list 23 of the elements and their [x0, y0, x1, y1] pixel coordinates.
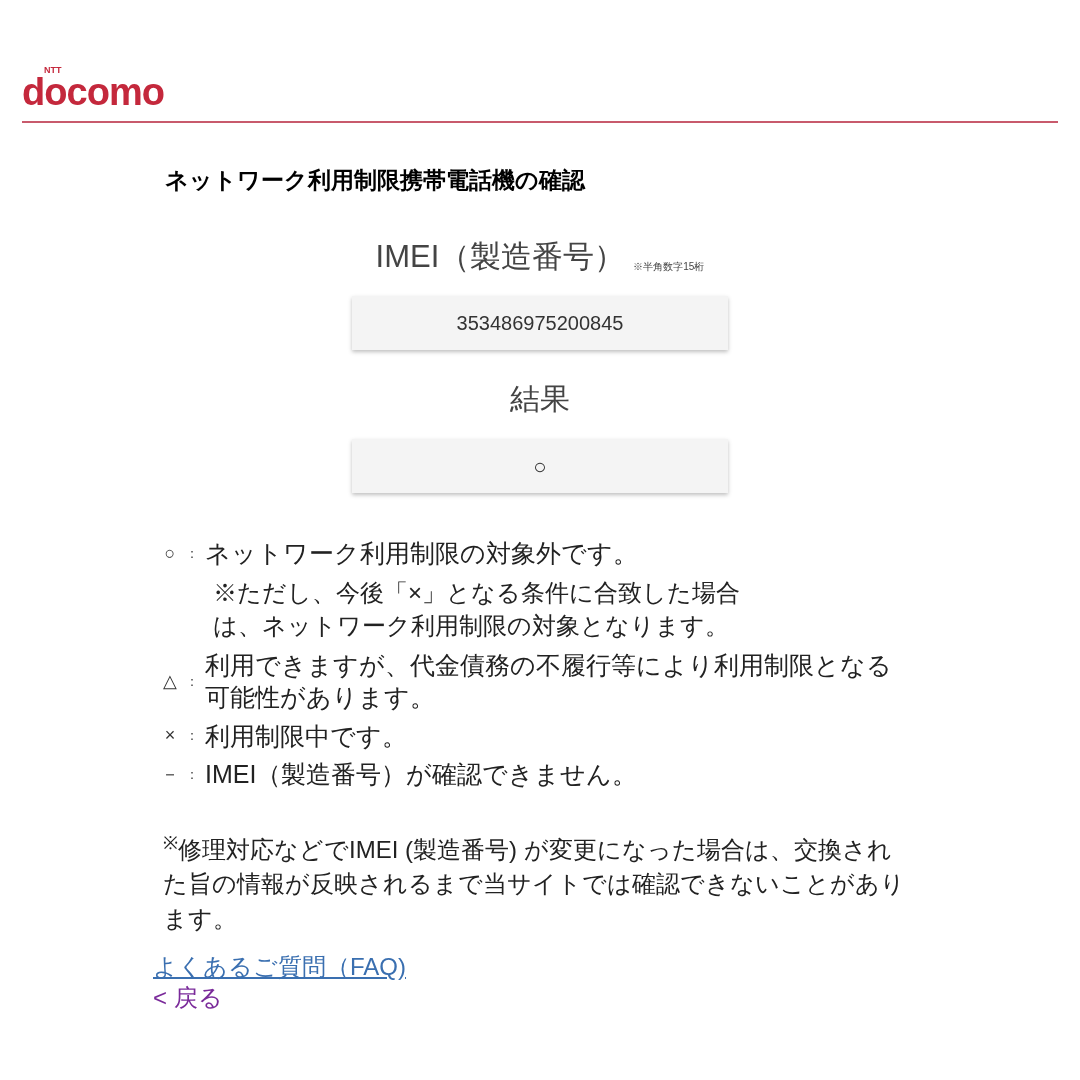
result-field: ○ [352, 439, 728, 493]
back-link[interactable]: < 戻る [153, 982, 223, 1014]
status-symbol: ○ [163, 541, 177, 565]
status-symbol: × [163, 724, 177, 748]
colon: ： [185, 726, 200, 746]
status-symbol: － [160, 762, 180, 786]
colon: ： [185, 671, 200, 691]
imei-field: 353486975200845 [352, 296, 728, 350]
imei-label: IMEI（製造番号） [375, 237, 626, 276]
docomo-logo: NTT docomo [22, 66, 165, 111]
status-symbol: △ [162, 669, 178, 693]
colon: ： [185, 764, 200, 784]
colon: ： [185, 543, 200, 563]
legend-text: ネットワーク利用制限の対象外です。 [205, 538, 639, 569]
legend-text: 利用制限中です。 [205, 720, 408, 752]
legend-text: 利用できますが、代金債務の不履行等により利用制限となる可能性があります。 [205, 649, 893, 714]
result-label: 結果 [510, 381, 570, 417]
imei-hint: ※半角数字15桁 [633, 260, 705, 274]
legend-note: ※ただし、今後「×」となる条件に合致した場合は、ネットワーク利用制限の対象となります。 [213, 577, 741, 642]
footnote-text: $^{※}$修理対応などでIMEI (製造番号) が変更になった場合は、交換された旨の情報が反映されるまで当サイトでは確認できないことがあります。 [163, 832, 906, 935]
faq-link[interactable]: よくあるご質問（FAQ) [153, 951, 406, 983]
legend-text: IMEI（製造番号）が確認できません。 [205, 759, 639, 791]
page-title: ネットワーク利用制限携帯電話機の確認 [165, 166, 587, 195]
